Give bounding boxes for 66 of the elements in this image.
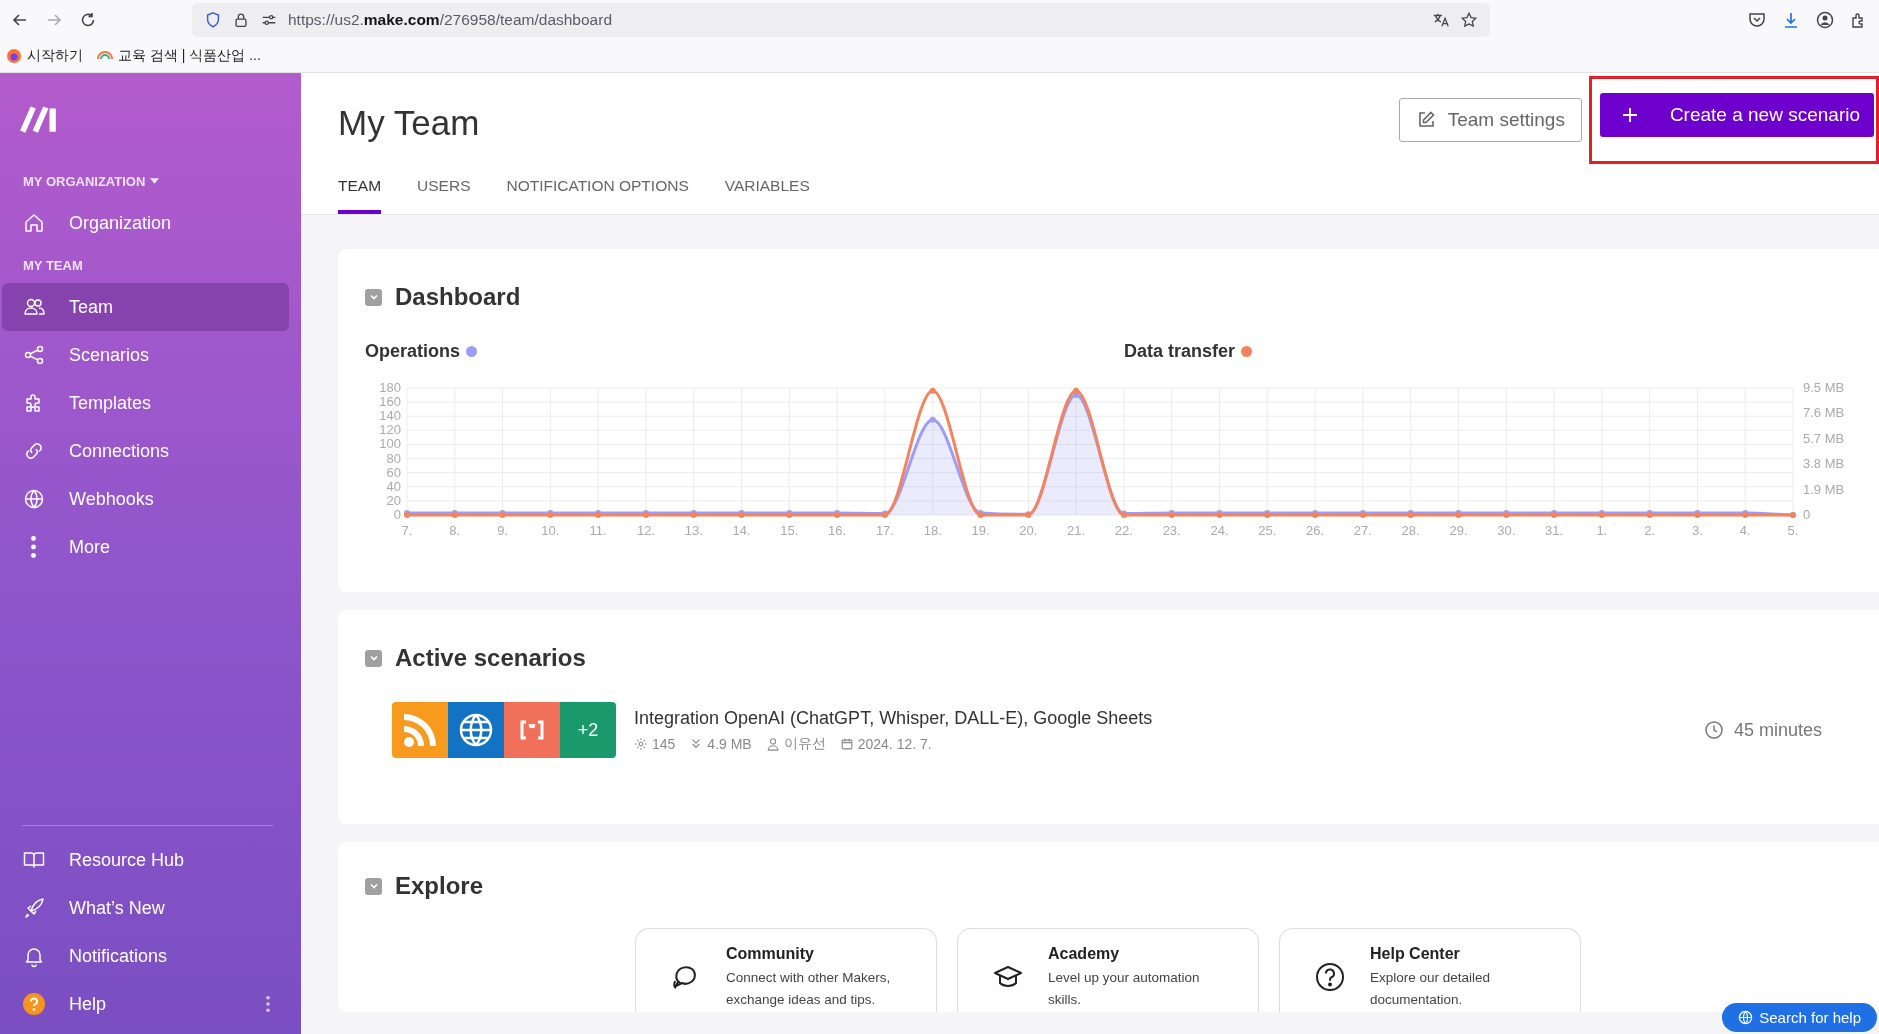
card-description: Explore our detailed documentation.: [1370, 969, 1492, 1009]
axis-label: 4.: [1739, 523, 1751, 538]
axis-label: 12.: [636, 523, 655, 538]
created-date: 2024. 12. 7.: [857, 735, 932, 752]
axis-label: 160: [379, 394, 401, 410]
axis-label: 5.7 MB: [1803, 430, 1845, 446]
axis-label: 14.: [732, 523, 751, 538]
owner-name: 이유선: [783, 734, 826, 753]
axis-label: 7.: [401, 523, 413, 538]
legend-label: Data transfer: [1124, 341, 1236, 362]
section-title: Explore: [395, 872, 484, 900]
axis-label: 3.8 MB: [1803, 456, 1845, 472]
section-heading: MY ORGANIZATION: [23, 173, 146, 189]
card-title: Community: [726, 945, 815, 963]
axis-label: 7.6 MB: [1803, 405, 1845, 421]
axis-label: 9.5 MB: [1803, 380, 1845, 395]
section-heading: MY TEAM: [23, 257, 83, 273]
axis-label: 0: [1803, 507, 1811, 522]
axis-label: 1.9 MB: [1803, 481, 1845, 497]
axis-label: 25.: [1258, 523, 1277, 538]
axis-label: 120: [379, 422, 401, 438]
axis-label: 28.: [1401, 523, 1420, 538]
card-description: Connect with other Makers, exchange ideas and tips.: [726, 969, 892, 1009]
axis-label: 20: [386, 492, 401, 508]
axis-label: 15.: [780, 523, 799, 538]
schedule-interval: 45 minutes: [1733, 719, 1822, 741]
section-title: Dashboard: [395, 283, 521, 311]
axis-label: 60: [386, 464, 401, 480]
axis-label: 16.: [828, 523, 847, 538]
section-title: Active scenarios: [395, 644, 586, 672]
axis-label: 18.: [923, 523, 942, 538]
card-title: Academy: [1048, 945, 1121, 963]
page-title: My Team: [338, 103, 480, 143]
axis-label: 20.: [1019, 523, 1038, 538]
axis-label: 5.: [1787, 523, 1799, 538]
axis-label: 30.: [1497, 523, 1516, 538]
axis-label: 13.: [684, 523, 703, 538]
axis-label: 2.: [1644, 523, 1656, 538]
axis-label: 22.: [1114, 523, 1133, 538]
axis-label: 180: [379, 380, 401, 395]
axis-label: 31.: [1545, 523, 1564, 538]
axis-label: 21.: [1067, 523, 1086, 538]
axis-label: 24.: [1210, 523, 1229, 538]
operations-count: 145: [652, 735, 676, 752]
axis-label: 11.: [589, 523, 607, 538]
card-title: Help Center: [1370, 945, 1461, 963]
axis-label: 9.: [497, 523, 508, 538]
axis-label: 80: [386, 450, 401, 466]
legend-label: Operations: [365, 341, 461, 362]
axis-label: 40: [386, 478, 401, 494]
axis-label: 26.: [1306, 523, 1325, 538]
axis-label: 3.: [1692, 523, 1703, 538]
axis-label: 0: [393, 507, 401, 522]
axis-label: 23.: [1162, 523, 1181, 538]
axis-label: 29.: [1449, 523, 1468, 538]
axis-label: 1.: [1596, 523, 1608, 538]
axis-label: 140: [379, 408, 401, 424]
axis-label: 10.: [541, 523, 560, 538]
axis-label: 17.: [875, 523, 894, 538]
axis-label: 8.: [449, 523, 461, 538]
data-size: 4.9 MB: [707, 735, 752, 752]
card-description: Level up your automation skills.: [1048, 969, 1201, 1009]
axis-label: 100: [379, 436, 401, 452]
axis-label: 19.: [971, 523, 990, 538]
axis-label: 27.: [1353, 523, 1372, 538]
more-apps-badge: +2: [560, 702, 616, 758]
